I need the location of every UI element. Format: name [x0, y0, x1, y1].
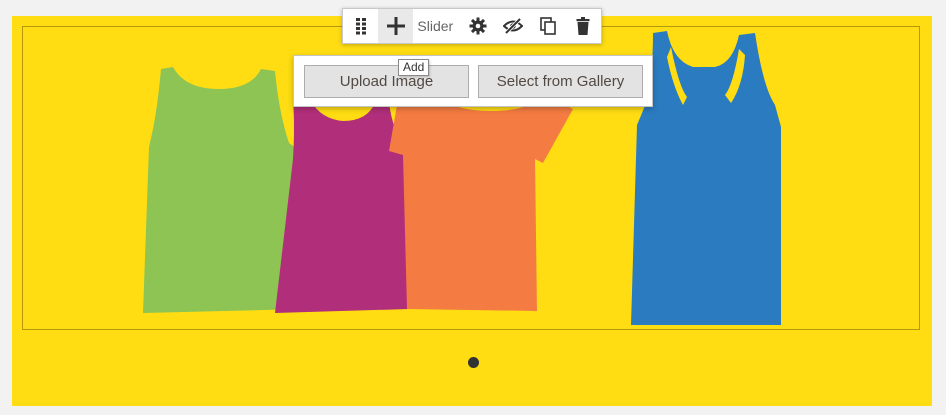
remove-button[interactable] — [566, 9, 601, 43]
magenta-tank-top — [275, 101, 409, 313]
page-builder-stage: Upload Image Select from Gallery Slider — [0, 0, 946, 415]
add-content-popup: Upload Image Select from Gallery — [293, 55, 653, 107]
blue-tank-top — [631, 31, 781, 325]
add-tooltip: Add — [398, 59, 430, 76]
duplicate-button[interactable] — [531, 9, 566, 43]
move-handle[interactable] — [343, 9, 378, 43]
orange-t-shirt — [389, 93, 573, 311]
plus-icon — [386, 17, 405, 35]
upload-image-button[interactable]: Upload Image — [304, 65, 469, 98]
copy-icon — [540, 17, 557, 35]
trash-icon — [576, 17, 590, 35]
add-button[interactable] — [378, 9, 414, 43]
settings-button[interactable] — [460, 9, 495, 43]
select-from-gallery-button[interactable]: Select from Gallery — [478, 65, 643, 98]
slide-indicator-dot[interactable] — [468, 357, 479, 368]
gear-icon — [469, 17, 487, 35]
hide-button[interactable] — [495, 9, 530, 43]
drag-grip-icon — [355, 18, 366, 35]
eye-slash-icon — [503, 17, 523, 35]
slider-toolbar: Slider — [342, 8, 602, 44]
toolbar-label: Slider — [417, 18, 454, 34]
